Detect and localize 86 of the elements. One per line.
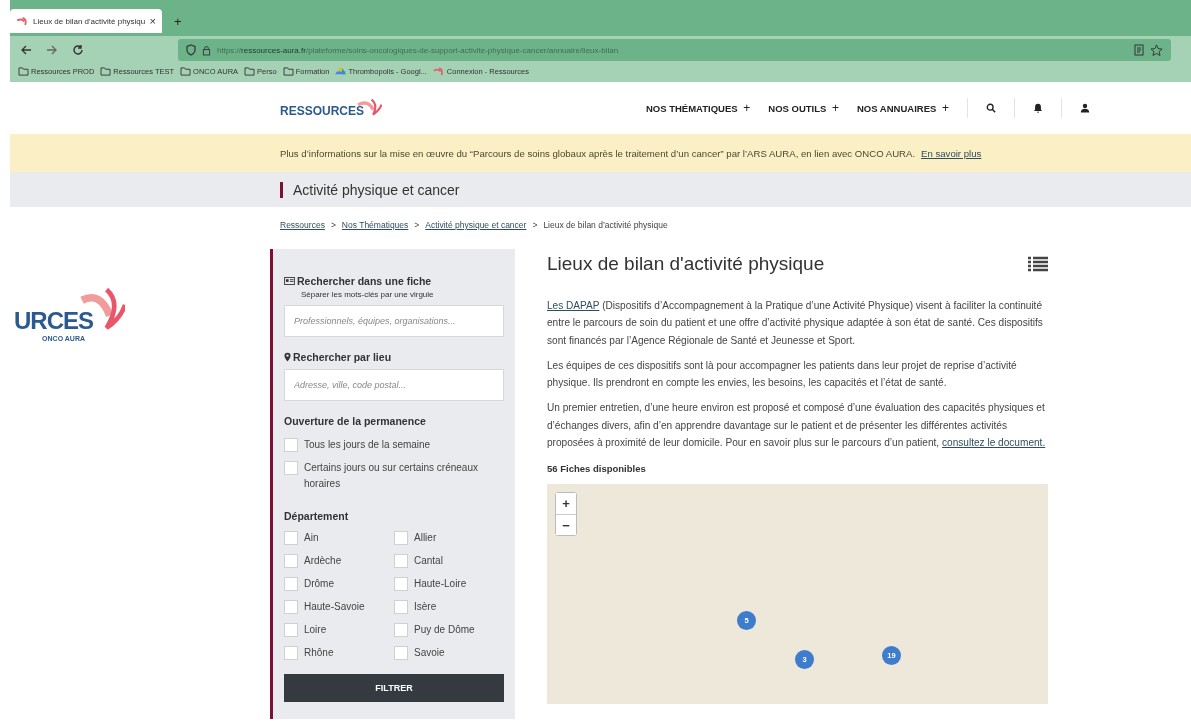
checkbox[interactable] [284, 531, 298, 545]
checkbox[interactable] [284, 623, 298, 637]
bell-icon[interactable] [1033, 103, 1043, 113]
ribbon-logo-icon [16, 16, 29, 26]
breadcrumb-separator: > [532, 220, 538, 232]
list-view-icon[interactable] [1028, 256, 1048, 272]
checkbox-label: Loire [304, 623, 327, 637]
tab-title: Lieux de bilan d'activité physiqu [33, 16, 146, 26]
triangle-logo-icon [335, 67, 347, 76]
checkbox[interactable] [394, 554, 408, 568]
checkbox-label: Isère [414, 600, 437, 614]
filter-group-title: Ouverture de la permanence [284, 415, 427, 427]
url-text: https://ressources-aura.fr/plateforme/soins-oncologiques-de-support-activite-physique-cancer/annuaire/lieux-bilan [217, 45, 619, 55]
nav-menu-item[interactable]: NOS THÉMATIQUES + [645, 101, 751, 115]
back-icon[interactable] [20, 44, 32, 56]
checkbox[interactable] [394, 623, 408, 637]
folder-icon [18, 67, 29, 76]
folder-icon [180, 67, 192, 76]
map-pin-icon [284, 352, 291, 362]
browser-tab[interactable]: Lieux de bilan d'activité physiqu × [10, 9, 162, 33]
paragraph: Les DAPAP (Dispositifs d’Accompagnement à la Pratique d’une Activité Physique) visent à faciliter la continuité entre le parcours de soin du patient et une offre d’activité physique adaptée à son état de santé. Ces dispositifs sont financés par l’Agence Régionale de Santé et Jeunesse et Sport. [547, 299, 1044, 348]
paragraph: Un premier entretien, d’une heure environ est proposé et composé d’une évaluation des capacités physiques et d’échanges divers, afin d’en apprendre davantage sur le patient et de présenter les différentes activités proposées à proximité de leur domicile. Pour en savoir plus sur le parcours d’un patient, consultez le document. [547, 401, 1047, 451]
checkbox[interactable] [284, 577, 298, 591]
checkbox[interactable] [394, 646, 408, 660]
address-bar[interactable]: https://ressources-aura.fr/plateforme/soins-oncologiques-de-support-activite-physique-cancer/annuaire/lieux-bilan [178, 39, 1171, 61]
checkbox[interactable] [284, 600, 298, 614]
close-tab-button[interactable]: × [149, 15, 156, 27]
checkbox-label: Ardèche [304, 554, 342, 568]
checkbox[interactable] [284, 438, 298, 452]
checkbox[interactable] [284, 461, 298, 475]
breadcrumb-item[interactable]: Ressources [280, 220, 325, 237]
breadcrumb-item[interactable]: Nos Thématiques [341, 220, 409, 237]
banner-text: Plus d’informations sur la mise en œuvre du “Parcours de soins globaux après le traitement d’un cancer” par l’ARS AURA, en lien avec ONCO AURA. [280, 147, 916, 159]
id-card-icon [284, 277, 295, 285]
paragraph: Les équipes de ces dispositifs sont là pour accompagner les patients dans leur projet de reprise d’activité physique. Ils prendront en compte les envies, les besoins, les capacités et l’état de santé. [547, 358, 1018, 391]
filter-label: Rechercher par lieu [293, 351, 392, 363]
filter-label: Rechercher dans une fiche [297, 275, 432, 287]
checkbox-label: Haute-Loire [414, 577, 467, 591]
site-logo[interactable]: RESSOURCES [280, 104, 365, 118]
ribbon-logo-icon [432, 67, 445, 76]
breadcrumb-separator: > [414, 220, 420, 232]
reload-icon[interactable] [72, 44, 84, 56]
section-title: Activité physique et cancer [280, 181, 460, 198]
folder-icon [282, 67, 294, 76]
checkbox[interactable] [394, 577, 408, 591]
checkbox-label: Certains jours ou sur certains créneaux horaires [304, 461, 479, 491]
folder-icon [244, 67, 256, 76]
nav-menu-item[interactable]: NOS ANNUAIRES + [857, 101, 949, 115]
location-search-field[interactable]: Adresse, ville, code postal... [284, 369, 504, 401]
checkbox[interactable] [394, 600, 408, 614]
page-title: Lieux de bilan d'activité physique [547, 253, 825, 275]
checkbox-label: Rhône [304, 646, 334, 660]
breadcrumb-item[interactable]: Activité physique et cancer [425, 220, 527, 237]
checkbox[interactable] [284, 554, 298, 568]
map-zoom-button[interactable]: − [556, 514, 576, 536]
checkbox-label: Ain [304, 531, 319, 545]
text-link[interactable]: Les DAPAP [547, 300, 600, 311]
lock-icon [202, 44, 211, 56]
shield-icon [186, 44, 196, 56]
filter-group-title: Département [284, 510, 350, 522]
filter-button[interactable]: FILTRER [284, 674, 504, 702]
keyword-search-field[interactable]: Professionnels, équipes, organisations... [284, 305, 504, 337]
logo-wordmark: URCES [14, 307, 93, 335]
star-icon[interactable] [1150, 43, 1163, 57]
checkbox-label: Drôme [304, 577, 334, 591]
checkbox-label: Tous les jours de la semaine [304, 438, 431, 452]
folder-icon [100, 67, 112, 76]
breadcrumb-item: Lieux de bilan d’activité physique [543, 220, 668, 232]
reader-view-icon[interactable] [1134, 44, 1144, 56]
checkbox-label: Savoie [414, 646, 445, 660]
result-count: 56 Fiches disponibles [547, 463, 647, 475]
checkbox-label: Puy de Dôme [414, 623, 475, 637]
checkbox-label: Allier [414, 531, 437, 545]
learn-more-link[interactable]: En savoir plus [921, 147, 982, 159]
nav-menu-item[interactable]: NOS OUTILS + [768, 101, 839, 115]
forward-icon[interactable] [46, 44, 58, 56]
checkbox[interactable] [284, 646, 298, 660]
new-tab-button[interactable]: + [174, 13, 182, 29]
text-link[interactable]: consultez le document. [942, 437, 1046, 449]
user-icon[interactable] [1080, 103, 1090, 113]
breadcrumb-separator: > [330, 220, 336, 232]
checkbox[interactable] [394, 531, 408, 545]
search-icon[interactable] [986, 103, 996, 113]
checkbox-label: Cantal [414, 554, 443, 568]
checkbox-label: Haute-Savoie [304, 600, 365, 614]
filter-hint: Séparer les mots-clés par une virgule [300, 290, 435, 299]
